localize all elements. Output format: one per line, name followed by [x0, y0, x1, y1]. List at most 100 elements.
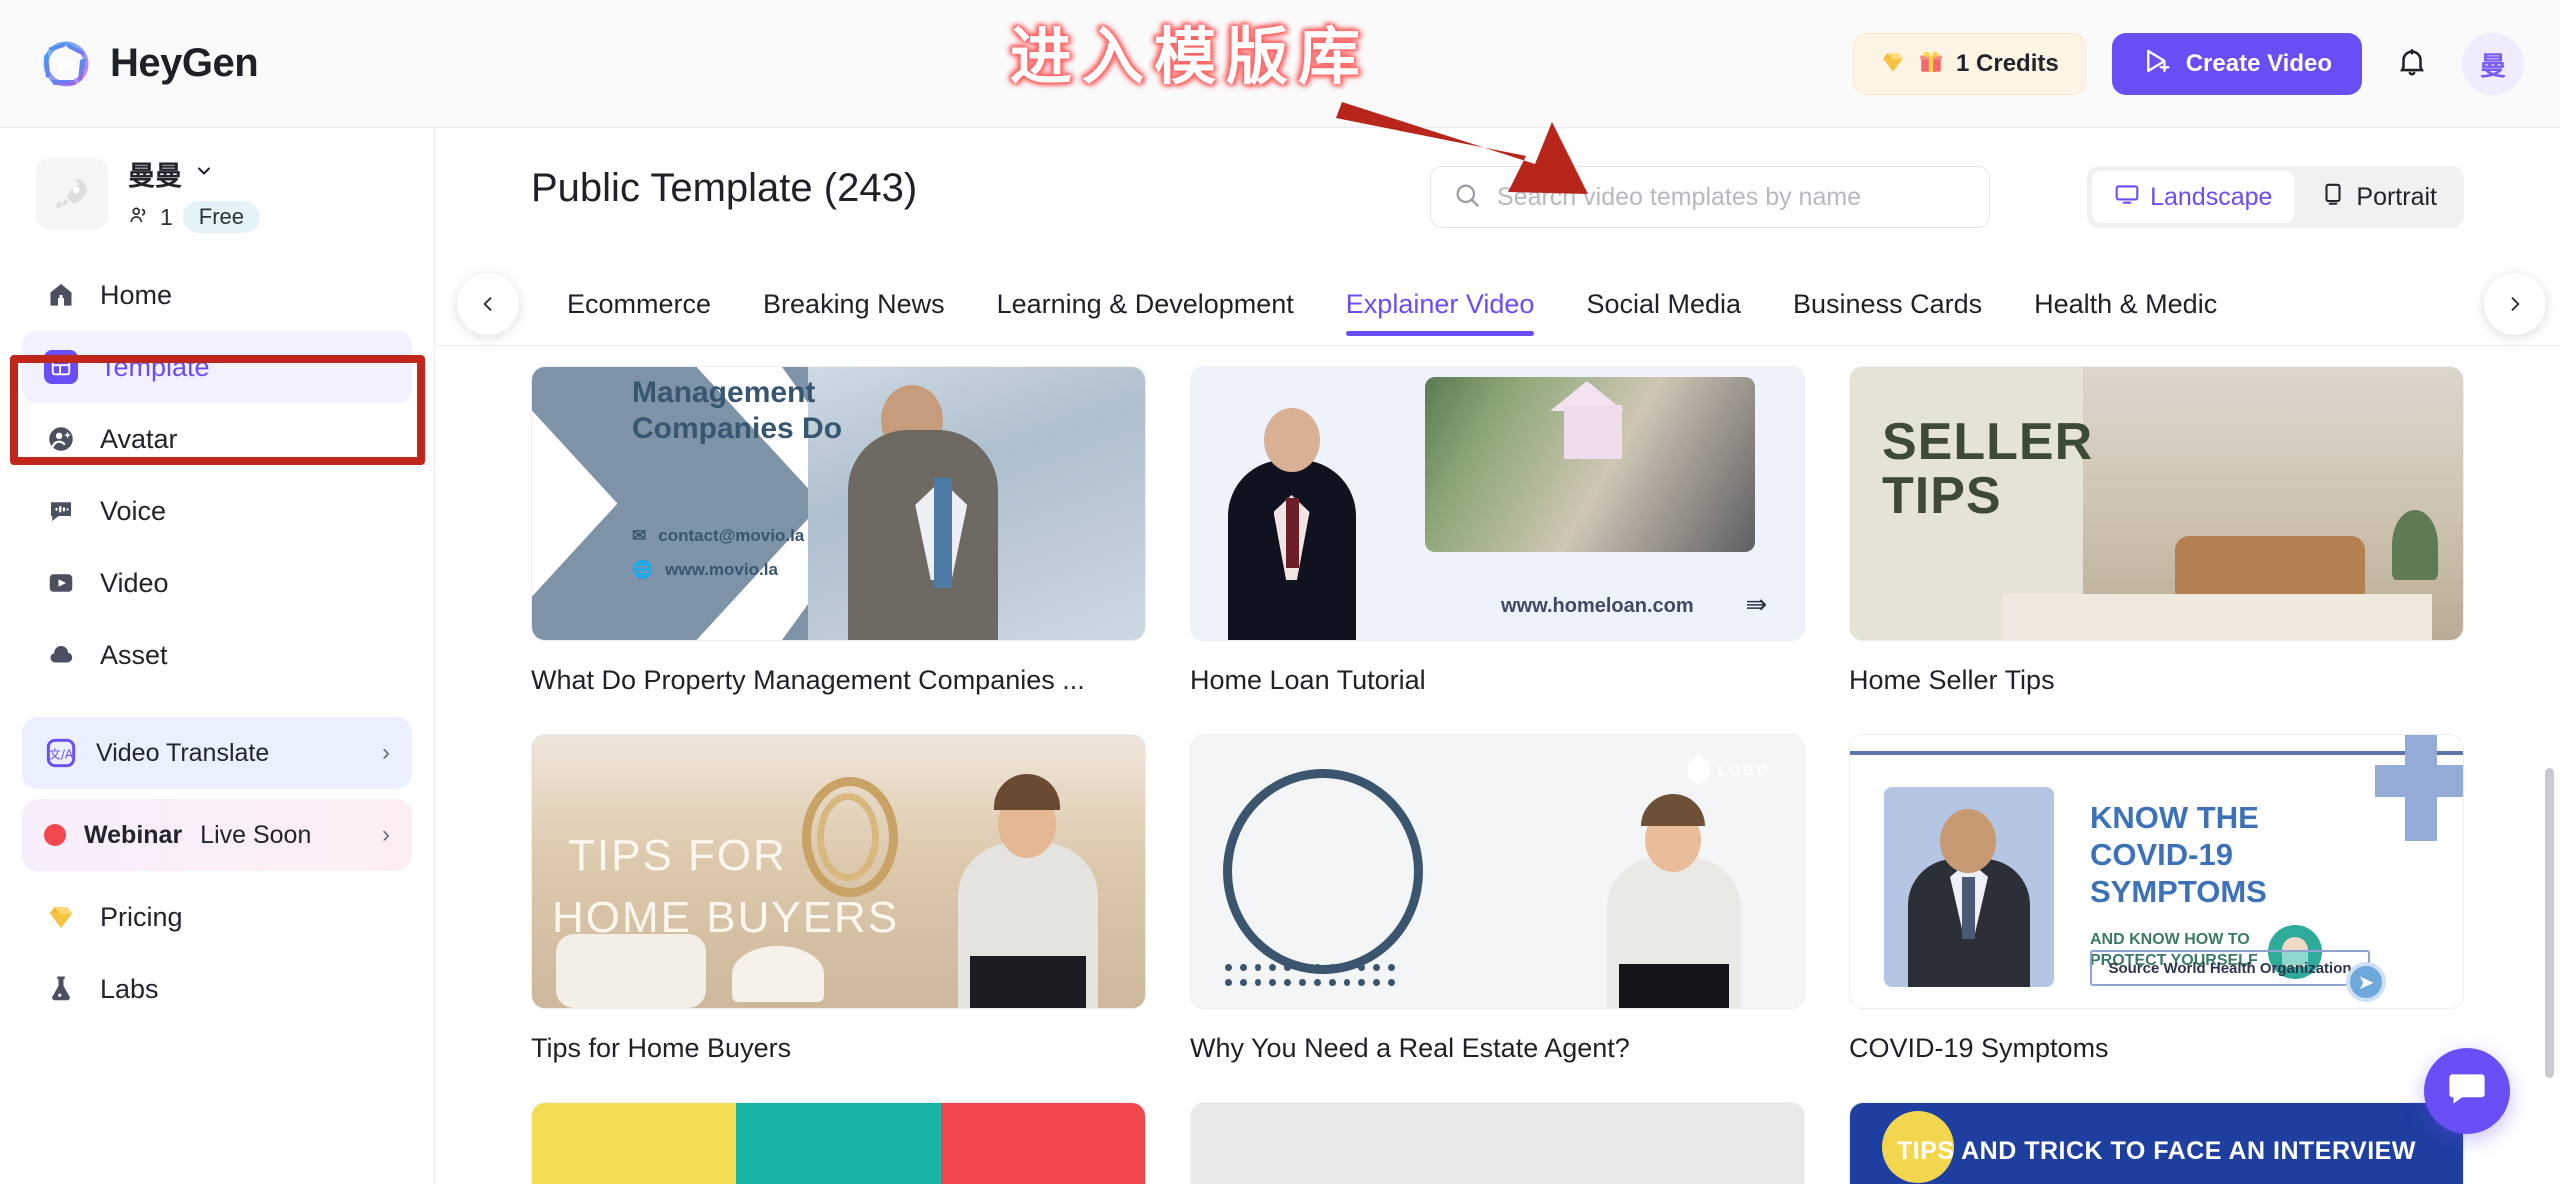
tab-label: Ecommerce [567, 288, 712, 319]
template-card[interactable]: #Tips [531, 1102, 1146, 1184]
avatar-icon [44, 422, 78, 456]
top-bar: HeyGen 1 Credits Create Video 曼 [0, 0, 2560, 128]
sidebar-item-labs[interactable]: Labs [22, 953, 412, 1025]
orientation-landscape-button[interactable]: Landscape [2092, 171, 2295, 223]
tabs-divider [435, 345, 2560, 346]
template-thumbnail: Management Companies Do ✉ contact@movio.l… [531, 366, 1146, 641]
sidebar-promo-label: Video Translate [96, 738, 270, 767]
sidebar-item-voice[interactable]: Voice [22, 475, 412, 547]
tab-breaking-news[interactable]: Breaking News [763, 262, 945, 346]
workspace-switcher[interactable]: 曼曼 1 Free [0, 128, 434, 233]
tab-label: Breaking News [763, 288, 945, 319]
template-thumbnail: TIPS AND TRICK TO FACE AN INTERVIEW [1849, 1102, 2464, 1184]
template-title: Why You Need a Real Estate Agent? [1190, 1033, 1630, 1063]
video-plus-icon [2142, 46, 2172, 83]
template-card[interactable]: TIPS AND TRICK TO FACE AN INTERVIEW [1849, 1102, 2464, 1184]
chevron-right-icon: › [382, 821, 390, 848]
template-card[interactable]: SELLER TIPS Home Seller Tips [1849, 366, 2464, 722]
template-grid: Management Companies Do ✉ contact@movio.l… [435, 346, 2560, 1184]
sidebar-item-video-translate[interactable]: 文/A Video Translate › [22, 717, 412, 789]
monitor-portrait-icon [2320, 181, 2346, 214]
tab-business-cards[interactable]: Business Cards [1793, 262, 1982, 346]
thumb-web: www.movio.la [665, 560, 778, 579]
sidebar-item-label: Voice [100, 495, 167, 526]
template-card[interactable]: TIPS FOR HOME BUYERS Tips for Home Buyer… [531, 734, 1146, 1090]
tabs-next-button[interactable] [2484, 273, 2546, 335]
rocket-icon [36, 157, 108, 230]
sidebar-item-pricing[interactable]: Pricing [22, 881, 412, 953]
diamond-icon [1880, 49, 1906, 80]
orientation-portrait-button[interactable]: Portrait [2298, 171, 2459, 223]
mail-icon: ✉ [632, 526, 647, 545]
chevron-down-icon[interactable] [194, 161, 214, 186]
tab-social-media[interactable]: Social Media [1586, 262, 1741, 346]
tab-ecommerce[interactable]: Ecommerce [567, 262, 711, 346]
globe-icon: 🌐 [632, 560, 654, 579]
gift-icon [1918, 49, 1944, 80]
avatar-initial: 曼 [2479, 50, 2506, 81]
credits-label: 1 Credits [1956, 50, 2059, 77]
template-card[interactable]: www.homeloan.com ⇛ Home Loan Tutorial [1190, 366, 1805, 722]
brand[interactable]: HeyGen [40, 38, 259, 90]
credits-badge[interactable]: 1 Credits [1853, 33, 2086, 95]
template-icon [44, 350, 78, 384]
thumb-url: www.homeloan.com [1501, 595, 1694, 617]
chevron-right-icon: › [382, 739, 390, 766]
tab-explainer-video[interactable]: Explainer Video [1345, 262, 1534, 346]
thumb-headline: TIPS AND TRICK TO FACE AN INTERVIEW [1897, 1137, 2416, 1165]
sidebar-item-label: Home [100, 279, 173, 310]
sidebar-item-home[interactable]: Home [22, 259, 412, 331]
arrow-right-icon: ⇛ [1745, 589, 1768, 619]
search-box[interactable] [1430, 166, 1990, 228]
orientation-portrait-label: Portrait [2356, 182, 2437, 211]
thumb-logo-text: LOGO [1717, 761, 1770, 779]
tab-learning-development[interactable]: Learning & Development [997, 262, 1294, 346]
sidebar-item-template[interactable]: Template [22, 331, 412, 403]
content-scrollbar[interactable] [2545, 768, 2554, 1078]
template-card[interactable]: Management Companies Do ✉ contact@movio.l… [531, 366, 1146, 722]
orientation-toggle: Landscape Portrait [2087, 166, 2464, 228]
sidebar-promos: 文/A Video Translate › Webinar Live Soon … [0, 717, 434, 1025]
tab-health-medical[interactable]: Health & Medic [2034, 262, 2217, 346]
notifications-button[interactable] [2388, 40, 2436, 88]
template-card[interactable] [1190, 1102, 1805, 1184]
thumb-headline: KNOW THE COVID-19 SYMPTOMS [2090, 800, 2267, 909]
template-title: Home Loan Tutorial [1190, 665, 1426, 695]
svg-text:文/A: 文/A [49, 746, 74, 761]
sidebar-promo-label: Live Soon [200, 820, 312, 849]
sidebar-item-video[interactable]: Video [22, 547, 412, 619]
sidebar-item-label: Avatar [100, 423, 178, 454]
template-thumbnail: SELLER TIPS [1849, 366, 2464, 641]
asset-cloud-icon [44, 638, 78, 672]
template-title: COVID-19 Symptoms [1849, 1033, 2109, 1063]
users-icon [128, 204, 150, 231]
thumb-text-line2: HOME BUYERS [552, 893, 900, 942]
home-icon [44, 278, 78, 312]
monitor-landscape-icon [2114, 181, 2140, 214]
sidebar-item-label: Pricing [100, 901, 183, 932]
tab-label: Business Cards [1793, 288, 1983, 319]
sidebar-item-webinar[interactable]: Webinar Live Soon › [22, 799, 412, 871]
thumb-text-line2: TIPS [1882, 467, 2002, 525]
search-input[interactable] [1497, 182, 1967, 212]
tabs-scroller[interactable]: Ecommerce Breaking News Learning & Devel… [567, 262, 2464, 346]
template-thumbnail: KNOW THE COVID-19 SYMPTOMS AND KNOW HOW … [1849, 734, 2464, 1009]
video-icon [44, 566, 78, 600]
template-card[interactable]: LOGO Why You Need a Real Estate Agent? [1190, 734, 1805, 1090]
category-tabs: Ecommerce Breaking News Learning & Devel… [435, 262, 2560, 346]
chat-support-button[interactable] [2424, 1048, 2510, 1134]
template-thumbnail: LOGO [1190, 734, 1805, 1009]
avatar[interactable]: 曼 [2462, 33, 2524, 95]
template-card[interactable]: KNOW THE COVID-19 SYMPTOMS AND KNOW HOW … [1849, 734, 2464, 1090]
sidebar-item-avatar[interactable]: Avatar [22, 403, 412, 475]
diamond-icon [44, 900, 78, 934]
template-thumbnail: #Tips [531, 1102, 1146, 1184]
create-video-button[interactable]: Create Video [2111, 33, 2362, 95]
template-title: What Do Property Management Companies ..… [531, 665, 1085, 695]
tabs-prev-button[interactable] [457, 273, 519, 335]
template-thumbnail: TIPS FOR HOME BUYERS [531, 734, 1146, 1009]
search-icon [1453, 181, 1481, 214]
arrow-circle-icon: ➤ [2346, 962, 2386, 1002]
heygen-logo-icon [40, 38, 92, 90]
sidebar-item-asset[interactable]: Asset [22, 619, 412, 691]
